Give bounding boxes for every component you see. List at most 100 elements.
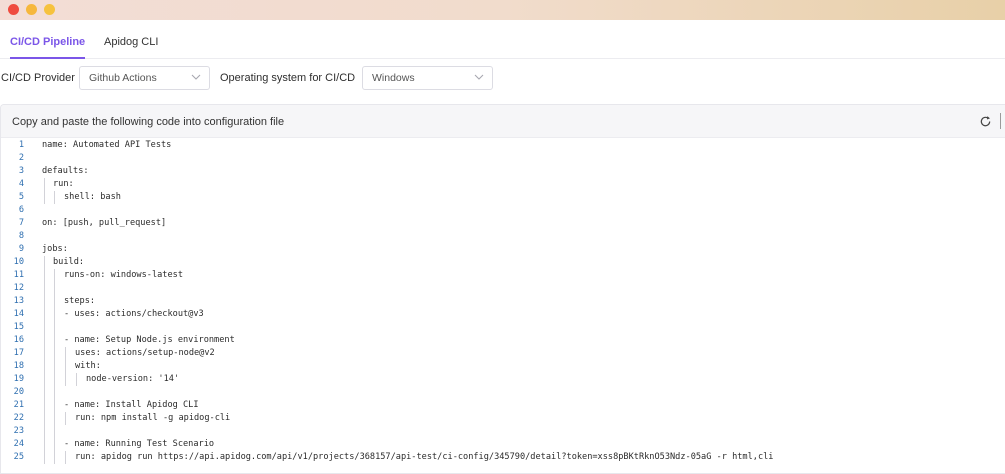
panel-edge-divider xyxy=(1000,113,1001,129)
indent-guide xyxy=(54,347,55,360)
indent-guide xyxy=(54,360,55,373)
line-number: 19 xyxy=(13,374,24,384)
line-number: 18 xyxy=(13,361,24,371)
code-line: 17 uses: actions/setup-node@v2 xyxy=(1,347,1005,360)
line-number: 14 xyxy=(13,309,24,319)
code-text: - name: Setup Node.js environment xyxy=(64,335,235,345)
code-text: on: [push, pull_request] xyxy=(42,218,167,228)
code-line: 10 build: xyxy=(1,256,1005,269)
line-number: 23 xyxy=(13,426,24,436)
line-number: 7 xyxy=(18,218,24,228)
code-line: 2 xyxy=(1,152,1005,165)
os-select[interactable]: Windows xyxy=(362,66,493,90)
filters-row: CI/CD Provider Github Actions Operating … xyxy=(0,66,1005,92)
line-number: 21 xyxy=(13,400,24,410)
code-text: run: npm install -g apidog-cli xyxy=(75,413,231,423)
indent-guide xyxy=(44,373,45,386)
indent-guide xyxy=(44,308,45,321)
code-line: 18 with: xyxy=(1,360,1005,373)
code-line: 7 on: [push, pull_request] xyxy=(1,217,1005,230)
code-line: 8 xyxy=(1,230,1005,243)
config-code-panel: Copy and paste the following code into c… xyxy=(0,104,1005,474)
indent-guide xyxy=(54,425,55,438)
code-line: 14 - uses: actions/checkout@v3 xyxy=(1,308,1005,321)
indent-guide xyxy=(44,191,45,204)
indent-guide xyxy=(44,360,45,373)
line-number: 8 xyxy=(18,231,24,241)
code-text: runs-on: windows-latest xyxy=(64,270,183,280)
code-line: 11 runs-on: windows-latest xyxy=(1,269,1005,282)
code-line: 19 node-version: '14' xyxy=(1,373,1005,386)
code-line: 22 run: npm install -g apidog-cli xyxy=(1,412,1005,425)
chevron-down-icon xyxy=(474,74,484,80)
indent-guide xyxy=(54,308,55,321)
chevron-down-icon xyxy=(191,74,201,80)
code-text: with: xyxy=(75,361,101,371)
indent-guide xyxy=(44,347,45,360)
line-number: 15 xyxy=(13,322,24,332)
indent-guide xyxy=(44,438,45,451)
refresh-icon[interactable] xyxy=(979,115,992,128)
code-line: 20 xyxy=(1,386,1005,399)
code-panel-header: Copy and paste the following code into c… xyxy=(1,105,1005,138)
line-number: 3 xyxy=(18,166,24,176)
indent-guide xyxy=(54,282,55,295)
indent-guide xyxy=(54,191,55,204)
cicd-provider-label: CI/CD Provider xyxy=(1,72,75,84)
indent-guide xyxy=(54,373,55,386)
line-number: 9 xyxy=(18,244,24,254)
code-text: uses: actions/setup-node@v2 xyxy=(75,348,215,358)
code-line: 3 defaults: xyxy=(1,165,1005,178)
code-text: shell: bash xyxy=(64,192,121,202)
close-window-button[interactable] xyxy=(8,4,19,15)
indent-guide xyxy=(65,373,66,386)
tab-cicd-pipeline[interactable]: CI/CD Pipeline xyxy=(10,20,86,59)
code-panel-title: Copy and paste the following code into c… xyxy=(12,116,285,128)
line-number: 12 xyxy=(13,283,24,293)
indent-guide xyxy=(76,373,77,386)
indent-guide xyxy=(44,334,45,347)
tab-apidog-cli[interactable]: Apidog CLI xyxy=(104,20,158,58)
indent-guide xyxy=(54,399,55,412)
indent-guide xyxy=(54,438,55,451)
indent-guide xyxy=(65,412,66,425)
line-number: 13 xyxy=(13,296,24,306)
cicd-provider-select[interactable]: Github Actions xyxy=(79,66,210,90)
os-label: Operating system for CI/CD xyxy=(220,72,356,84)
indent-guide xyxy=(44,412,45,425)
code-editor[interactable]: 1 name: Automated API Tests 2 3 defaults: 4 ru… xyxy=(1,139,1005,464)
line-number: 25 xyxy=(13,452,24,462)
code-text: node-version: '14' xyxy=(86,374,180,384)
line-number: 22 xyxy=(13,413,24,423)
minimize-window-button[interactable] xyxy=(26,4,37,15)
tab-bar: CI/CD Pipeline Apidog CLI xyxy=(0,20,1005,59)
indent-guide xyxy=(44,295,45,308)
line-number: 6 xyxy=(18,205,24,215)
code-text: - uses: actions/checkout@v3 xyxy=(64,309,204,319)
indent-guide xyxy=(44,451,45,464)
code-line: 24 - name: Running Test Scenario xyxy=(1,438,1005,451)
code-line: 25 run: apidog run https://api.apidog.com… xyxy=(1,451,1005,464)
indent-guide xyxy=(44,425,45,438)
code-text: run: xyxy=(53,179,74,189)
code-text: build: xyxy=(53,257,85,267)
code-line: 21 - name: Install Apidog CLI xyxy=(1,399,1005,412)
indent-guide xyxy=(65,347,66,360)
cicd-provider-value: Github Actions xyxy=(89,72,157,84)
window-titlebar xyxy=(0,0,1005,20)
indent-guide xyxy=(44,399,45,412)
code-text: steps: xyxy=(64,296,96,306)
line-number: 4 xyxy=(18,179,24,189)
indent-guide xyxy=(54,386,55,399)
code-line: 15 xyxy=(1,321,1005,334)
line-number: 1 xyxy=(18,140,24,150)
indent-guide xyxy=(44,321,45,334)
maximize-window-button[interactable] xyxy=(44,4,55,15)
indent-guide xyxy=(44,256,45,269)
code-line: 4 run: xyxy=(1,178,1005,191)
indent-guide xyxy=(54,321,55,334)
indent-guide xyxy=(44,386,45,399)
code-line: 23 xyxy=(1,425,1005,438)
indent-guide xyxy=(44,178,45,191)
indent-guide xyxy=(44,282,45,295)
